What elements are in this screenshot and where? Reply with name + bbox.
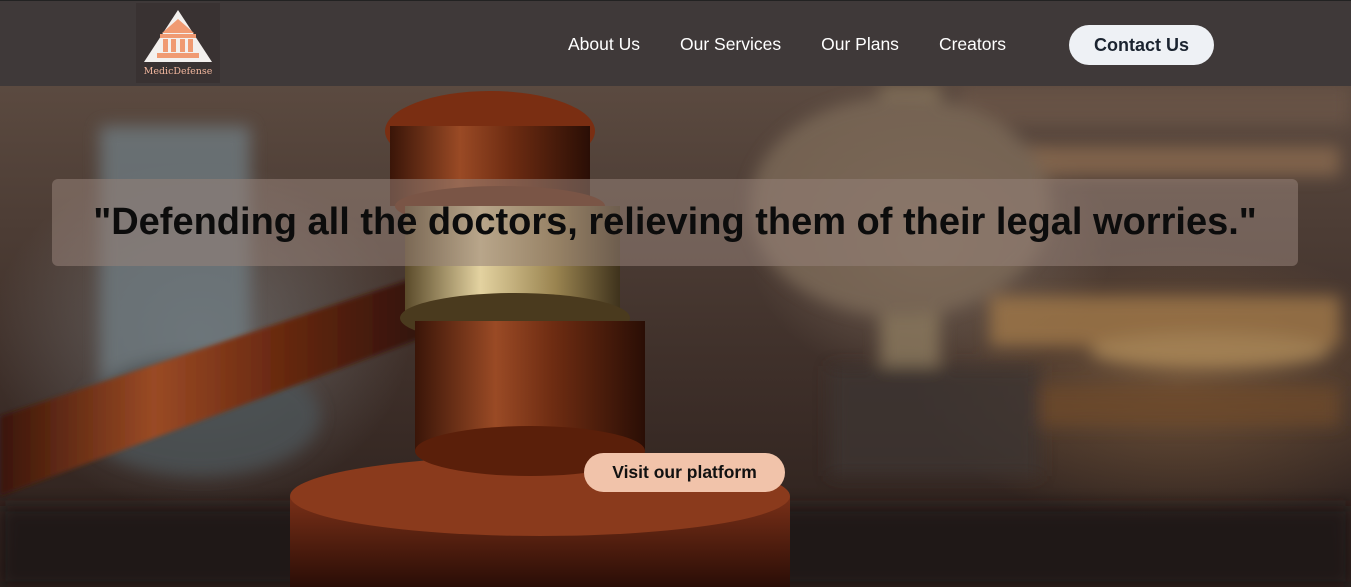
hero-section: "Defending all the doctors, relieving th… [0, 86, 1351, 587]
hero-quote-banner: "Defending all the doctors, relieving th… [52, 179, 1298, 266]
page: MedicDefense About Us Our Services Our P… [0, 0, 1351, 587]
hero-background-image [0, 86, 1351, 587]
courthouse-icon [144, 10, 212, 62]
nav-our-plans[interactable]: Our Plans [821, 34, 899, 55]
nav-our-services[interactable]: Our Services [680, 34, 781, 55]
logo-text: MedicDefense [143, 66, 213, 77]
main-nav: About Us Our Services Our Plans Creators [548, 1, 1026, 87]
nav-creators[interactable]: Creators [939, 34, 1006, 55]
nav-about-us[interactable]: About Us [568, 34, 640, 55]
contact-us-button[interactable]: Contact Us [1069, 25, 1214, 65]
hero-quote: "Defending all the doctors, relieving th… [93, 201, 1257, 243]
visit-platform-button[interactable]: Visit our platform [584, 453, 785, 492]
navbar: MedicDefense About Us Our Services Our P… [0, 0, 1351, 86]
logo[interactable]: MedicDefense [136, 3, 220, 83]
